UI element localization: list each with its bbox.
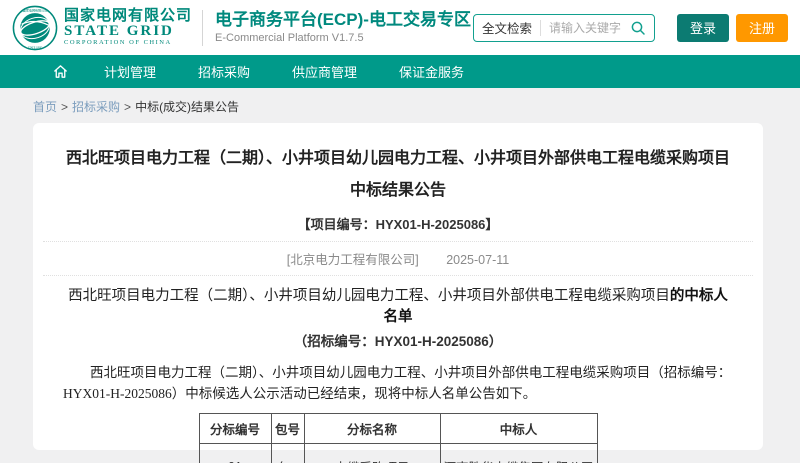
winner-list-subtitle-main: 西北旺项目电力工程（二期）、小井项目幼儿园电力工程、小井项目外部供电工程电缆采购… [68, 288, 670, 304]
breadcrumb-bidding-link[interactable]: 招标采购 [72, 98, 120, 115]
breadcrumb-home-link[interactable]: 首页 [33, 98, 57, 115]
company-name-cn: 国家电网有限公司 [64, 8, 192, 24]
table-row: 01 包1 电缆采购项目 河南胜华电缆集团有限公司 [199, 444, 597, 463]
state-grid-logo: 国家电网有限公司 STATE GRID 国家电网有限公司 STATE GRID … [12, 5, 192, 51]
company-name-sub: CORPORATION OF CHINA [64, 40, 192, 47]
project-number-line: 【项目编号：HYX01-H-2025086】 [43, 214, 753, 242]
publish-date: 2025-07-11 [446, 253, 509, 267]
column-header-section-name: 分标名称 [304, 414, 440, 444]
nav-item-plan-management[interactable]: 计划管理 [83, 55, 177, 88]
login-button[interactable]: 登录 [677, 14, 729, 42]
winner-list-subtitle: 西北旺项目电力工程（二期）、小井项目幼儿园电力工程、小井项目外部供电工程电缆采购… [33, 286, 763, 328]
breadcrumb-current-page: 中标(成交)结果公告 [135, 98, 239, 115]
search-input[interactable] [549, 21, 630, 35]
winner-table: 分标编号 包号 分标名称 中标人 01 包1 电缆采购项目 河南胜华电缆集团有限… [199, 413, 598, 463]
header: 国家电网有限公司 STATE GRID 国家电网有限公司 STATE GRID … [0, 0, 800, 55]
breadcrumb-separator: > [61, 100, 68, 114]
cell-winner: 河南胜华电缆集团有限公司 [440, 444, 597, 463]
column-header-package-no: 包号 [271, 414, 304, 444]
publisher-date-line: [北京电力工程有限公司] 2025-07-11 [43, 242, 753, 276]
bid-number-line: （招标编号：HYX01-H-2025086） [33, 330, 763, 350]
home-nav-button[interactable] [38, 55, 83, 88]
search-scope-label[interactable]: 全文检索 [482, 18, 532, 37]
company-name-en: STATE GRID [64, 24, 192, 40]
svg-text:STATE GRID: STATE GRID [28, 46, 43, 49]
nav-item-supplier-management[interactable]: 供应商管理 [271, 55, 378, 88]
column-header-winner: 中标人 [440, 414, 597, 444]
announcement-body: 西北旺项目电力工程（二期）、小井项目幼儿园电力工程、小井项目外部供电工程电缆采购… [33, 362, 763, 404]
breadcrumb: 首页 > 招标采购 > 中标(成交)结果公告 [33, 98, 800, 115]
cell-section-no: 01 [199, 444, 271, 463]
breadcrumb-separator: > [124, 100, 131, 114]
svg-text:国家电网有限公司: 国家电网有限公司 [23, 7, 47, 12]
platform-title: 电子商务平台(ECP)-电工交易专区 [215, 9, 471, 30]
header-divider [202, 10, 203, 46]
search-divider [540, 20, 541, 36]
cell-section-name: 电缆采购项目 [304, 444, 440, 463]
publisher-name: [北京电力工程有限公司] [287, 253, 419, 267]
column-header-section-no: 分标编号 [199, 414, 271, 444]
home-icon [52, 63, 69, 80]
register-button[interactable]: 注册 [736, 14, 788, 42]
main-nav: 计划管理 招标采购 供应商管理 保证金服务 [0, 55, 800, 88]
nav-item-bidding-procurement[interactable]: 招标采购 [177, 55, 271, 88]
platform-version: E-Commercial Platform V1.7.5 [215, 32, 471, 46]
cell-package-no: 包1 [271, 444, 304, 463]
winner-table-header-row: 分标编号 包号 分标名称 中标人 [199, 414, 597, 444]
announcement-panel: 西北旺项目电力工程（二期）、小井项目幼儿园电力工程、小井项目外部供电工程电缆采购… [33, 123, 763, 450]
announcement-title: 西北旺项目电力工程（二期）、小井项目幼儿园电力工程、小井项目外部供电工程电缆采购… [33, 143, 763, 207]
nav-item-deposit-service[interactable]: 保证金服务 [378, 55, 485, 88]
search-box: 全文检索 [473, 14, 655, 42]
state-grid-emblem-icon: 国家电网有限公司 STATE GRID [12, 5, 58, 51]
search-icon[interactable] [630, 20, 646, 36]
